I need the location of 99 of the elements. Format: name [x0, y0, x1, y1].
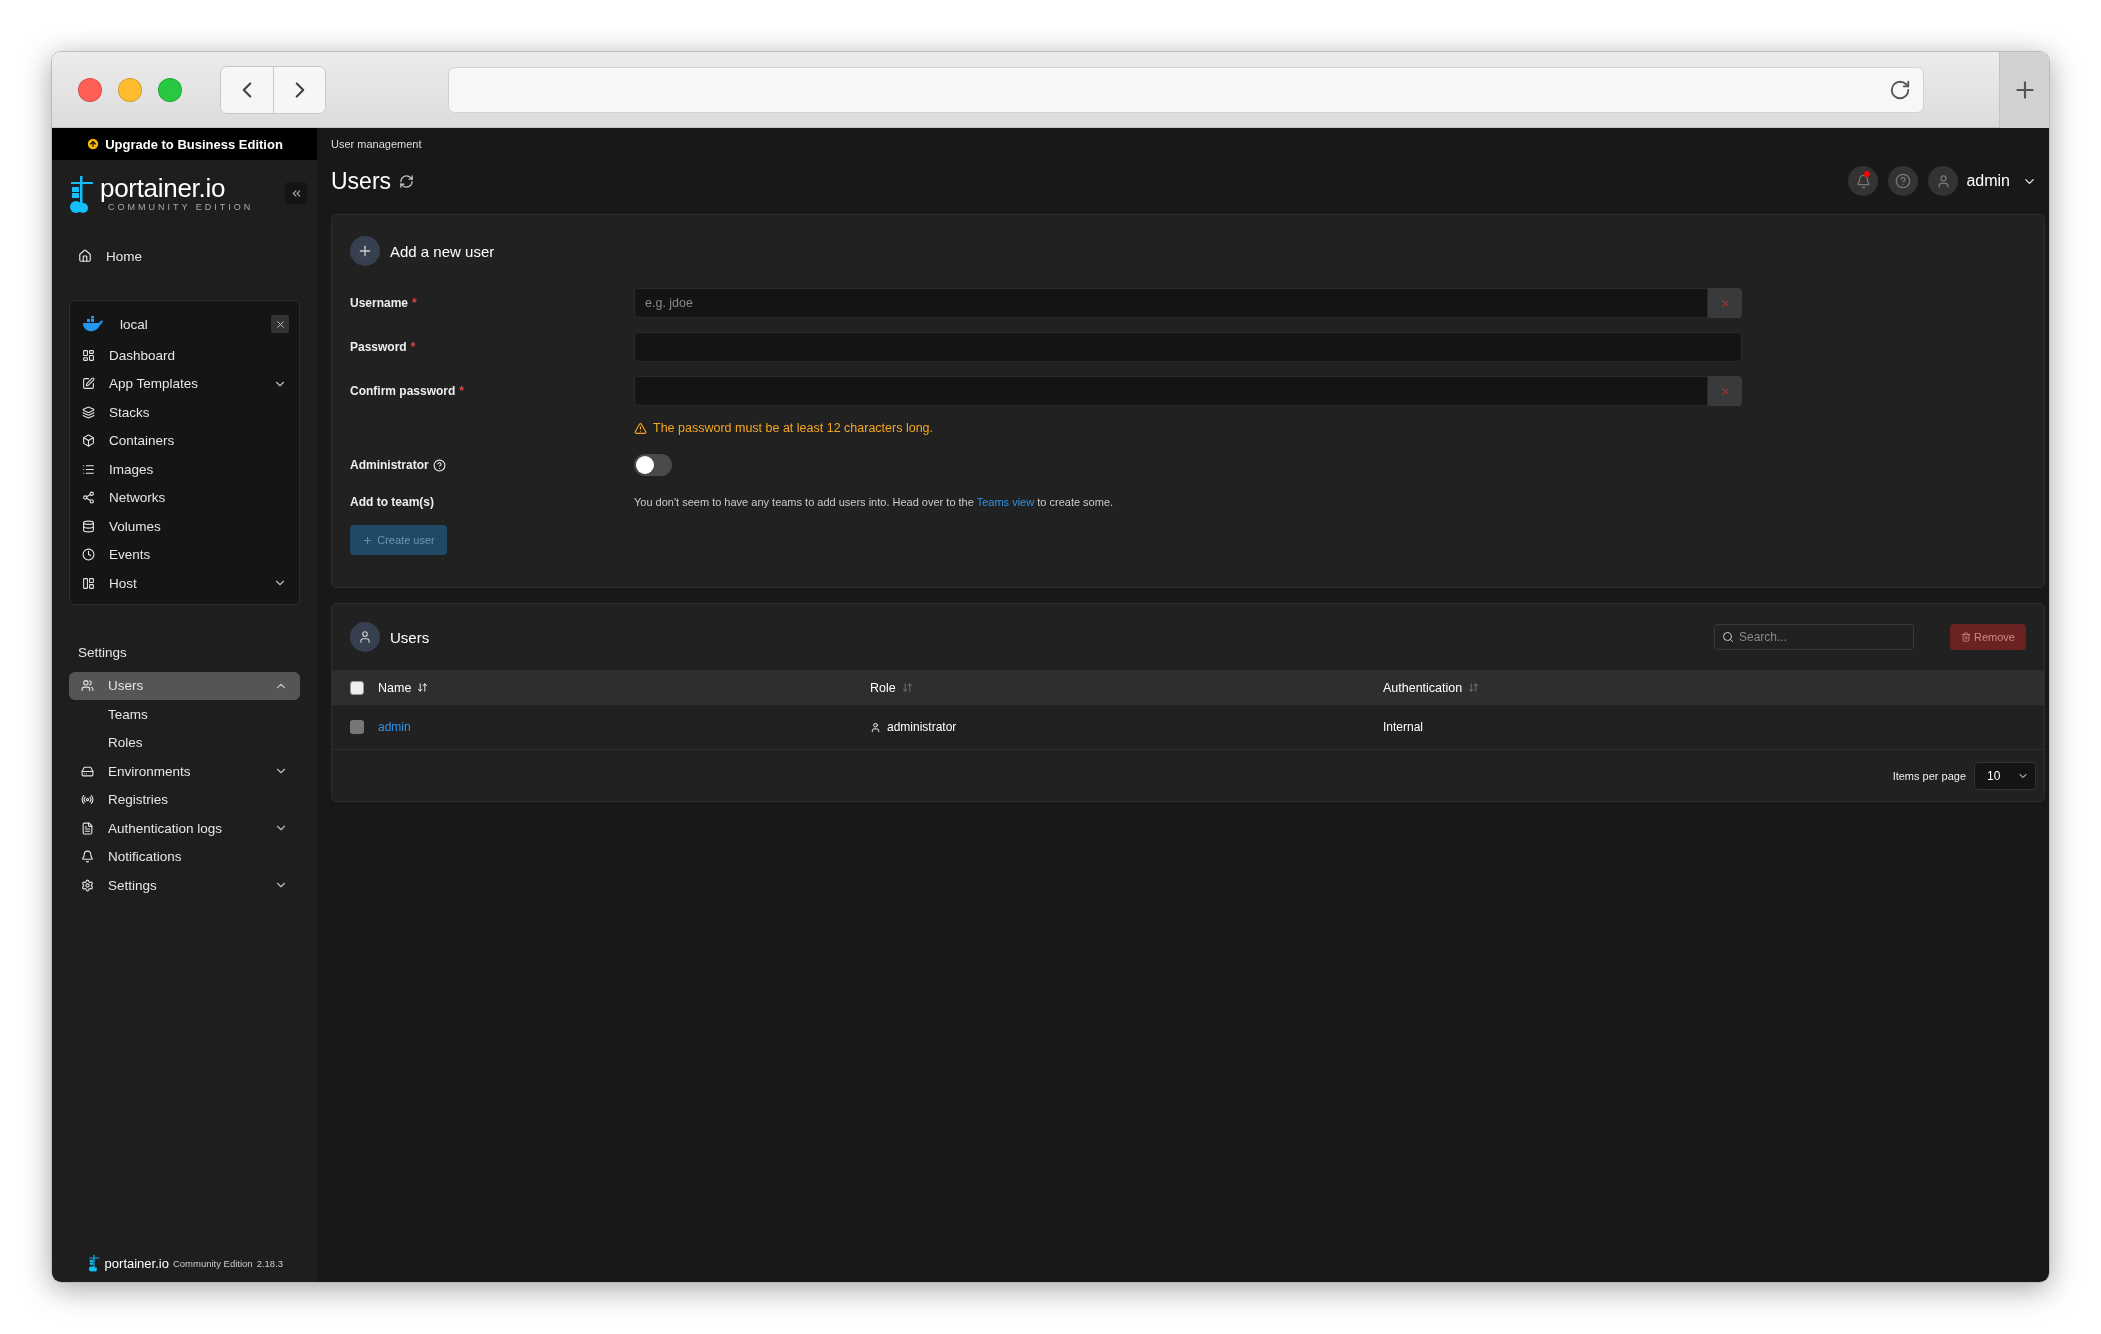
nav-item[interactable]: Volumes	[70, 512, 299, 541]
search-icon	[1722, 631, 1734, 643]
field-label: Confirm password	[350, 384, 456, 398]
cross-icon	[1719, 297, 1731, 309]
help-icon[interactable]	[432, 458, 446, 472]
nav-icon	[82, 491, 95, 505]
nav-item[interactable]: Users	[69, 671, 300, 700]
nav-icon	[82, 462, 95, 476]
nav-subitem[interactable]: Roles	[69, 728, 300, 757]
nav-icon	[82, 348, 95, 362]
nav-item[interactable]: Networks	[70, 483, 299, 512]
upgrade-text[interactable]: Upgrade to Business Edition	[105, 136, 283, 152]
collapse-sidebar-button[interactable]	[285, 182, 307, 204]
nav-subitem[interactable]: Teams	[69, 700, 300, 729]
field-label: Administrator	[350, 458, 634, 472]
nav-item[interactable]: Registries	[69, 785, 300, 814]
nav-icon	[81, 793, 94, 807]
required-mark: *	[459, 384, 465, 398]
notifications-button[interactable]	[1848, 166, 1879, 196]
plus-icon	[362, 534, 374, 546]
nav-icon	[82, 548, 95, 562]
warning-icon	[634, 421, 647, 435]
section-heading: Settings	[78, 644, 128, 660]
user-icon	[870, 721, 881, 733]
whale-icon	[82, 316, 104, 332]
nav-icon	[81, 679, 94, 693]
table-cell: administrator	[887, 720, 957, 734]
table-cell: Internal	[1383, 720, 1424, 734]
required-mark: *	[410, 340, 416, 354]
breadcrumb: User management	[331, 138, 423, 152]
nav-item[interactable]: Settings	[69, 871, 300, 900]
user-link[interactable]: admin	[378, 720, 411, 734]
field-label: Username	[350, 296, 409, 310]
items-per-page-label: Items per page	[1892, 769, 1966, 782]
footer-version: 2.18.3	[256, 1257, 284, 1269]
nav-item[interactable]: App Templates	[70, 369, 299, 398]
nav-icon	[82, 519, 95, 533]
portainer-logo-icon	[68, 174, 96, 214]
nav-item[interactable]: Host	[70, 569, 299, 598]
help-button[interactable]	[1888, 166, 1919, 196]
portainer-logo-icon	[88, 1254, 101, 1272]
refresh-icon[interactable]	[399, 173, 415, 189]
upgrade-banner[interactable]: Upgrade to Business Edition	[52, 128, 317, 160]
nav-icon	[81, 850, 94, 864]
select-all-checkbox[interactable]	[350, 680, 364, 695]
trash-icon	[1961, 632, 1971, 642]
card-title: Users	[390, 628, 430, 646]
close-icon	[274, 318, 286, 330]
nav-item[interactable]: Stacks	[70, 398, 299, 427]
nav-item[interactable]: Images	[70, 455, 299, 484]
nav-item[interactable]: Environments	[69, 757, 300, 786]
maximize-window-icon[interactable]	[158, 77, 182, 102]
nav-icon	[81, 878, 94, 892]
nav-icon	[81, 764, 94, 778]
close-environment-button[interactable]	[271, 315, 289, 333]
page-title: Users	[331, 167, 392, 195]
nav-icon	[81, 821, 94, 835]
warning-message: The password must be at least 12 characters long.	[653, 421, 933, 435]
column-header[interactable]: Role	[852, 670, 1365, 705]
logo-name: portainer.io	[100, 174, 227, 202]
environment-name: local	[120, 316, 148, 332]
nav-icon	[82, 377, 95, 391]
field-label: Add to team(s)	[350, 495, 435, 509]
input-field[interactable]: e.g. jdoe	[634, 288, 1708, 318]
input-field[interactable]	[634, 376, 1708, 406]
nav-item[interactable]: Notifications	[69, 842, 300, 871]
help-icon	[1895, 173, 1912, 189]
column-header[interactable]: Authentication	[1365, 670, 2044, 705]
teams-view-link[interactable]: Teams view	[976, 496, 1035, 508]
user-icon	[1935, 173, 1951, 189]
footer-edition: Community Edition	[172, 1257, 253, 1269]
footer-brand: portainer.io	[104, 1255, 169, 1271]
nav-item[interactable]: Dashboard	[70, 341, 299, 370]
cross-icon	[1719, 385, 1731, 397]
teams-help-text: You don't seem to have any teams to add users into. Head over to the Teams view to create some.	[634, 496, 1115, 508]
administrator-switch[interactable]	[634, 454, 672, 476]
sort-icon[interactable]	[417, 682, 429, 693]
logo-edition: COMMUNITY EDITION	[108, 202, 254, 212]
items-per-page-select[interactable]: 10	[1974, 761, 2036, 790]
upgrade-icon	[86, 137, 101, 151]
required-mark: *	[412, 296, 417, 310]
nav-icon	[82, 434, 95, 448]
row-checkbox[interactable]	[350, 720, 364, 734]
nav-item[interactable]: Events	[70, 540, 299, 569]
nav-icon	[82, 405, 95, 419]
user-name[interactable]: admin	[1966, 172, 2010, 190]
search-field[interactable]: Search...	[1714, 624, 1914, 650]
reload-icon[interactable]	[1889, 78, 1911, 101]
home-nav-item[interactable]: Home	[52, 242, 317, 270]
nav-item[interactable]: Containers	[70, 426, 299, 455]
nav-item[interactable]: Authentication logs	[69, 814, 300, 843]
column-header[interactable]: Name	[332, 670, 852, 705]
card-title: Add a new user	[390, 242, 495, 260]
user-avatar[interactable]	[1928, 166, 1959, 196]
field-label: Password	[350, 340, 407, 354]
close-window-icon[interactable]	[78, 77, 102, 102]
home-icon	[78, 249, 92, 263]
nav-icon	[82, 576, 95, 590]
bell-icon	[1855, 173, 1871, 189]
